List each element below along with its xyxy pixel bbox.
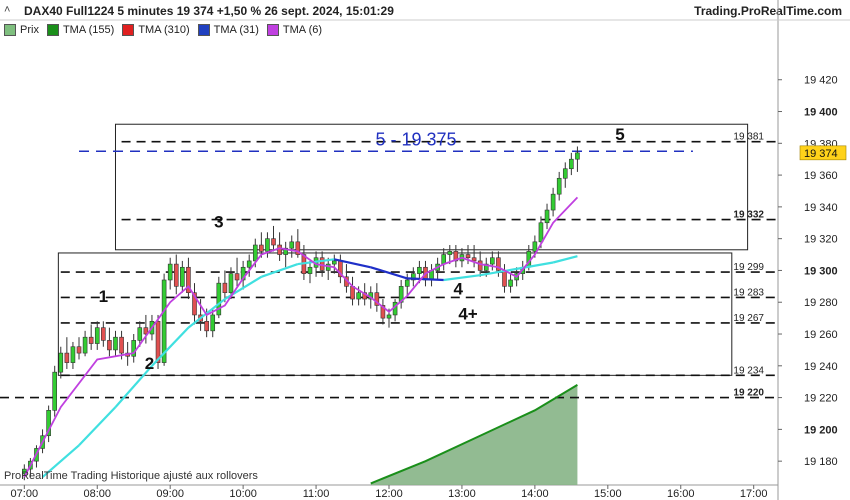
- level-label-3: 19 283: [733, 287, 764, 298]
- candle-body-33: [222, 282, 228, 293]
- candle-body-13: [101, 327, 106, 341]
- candle-body-35: [234, 273, 240, 281]
- wave-label-5: 5: [615, 125, 624, 144]
- candle-body-42: [277, 244, 282, 255]
- y-tick-label-1: 19 400: [804, 107, 838, 119]
- y-tick-label-4: 19 340: [804, 202, 838, 214]
- candle-body-39: [259, 244, 264, 252]
- level-label-0: 19 381: [733, 132, 764, 143]
- candle-body-30: [204, 321, 209, 332]
- candle-body-24: [167, 263, 173, 281]
- y-tick-label-10: 19 220: [804, 393, 838, 405]
- candle-body-37: [246, 260, 252, 268]
- x-tick-label-10: 17:00: [740, 488, 768, 500]
- candle-body-80: [508, 279, 513, 287]
- candle-body-14: [107, 340, 112, 351]
- candle-body-63: [404, 279, 410, 287]
- candle-body-5: [52, 371, 58, 411]
- y-tick-label-0: 19 420: [804, 75, 838, 87]
- y-tick-label-9: 19 240: [804, 361, 838, 373]
- candle-body-40: [265, 238, 270, 252]
- candle-body-19: [137, 327, 143, 341]
- y-tick-label-12: 19 180: [804, 456, 838, 468]
- candle-body-75: [477, 260, 483, 271]
- wave-label-2: 3: [214, 213, 223, 232]
- candle-body-8: [70, 346, 76, 363]
- candle-body-86: [544, 209, 550, 224]
- candle-body-16: [119, 336, 124, 354]
- last-price-label: 19 374: [804, 148, 838, 160]
- wave-label-4: 4+: [458, 305, 477, 324]
- x-tick-label-7: 14:00: [521, 488, 549, 500]
- candle-body-44: [289, 241, 295, 249]
- x-tick-label-6: 13:00: [448, 488, 476, 500]
- candle-body-38: [252, 244, 258, 262]
- x-tick-label-5: 12:00: [375, 488, 403, 500]
- y-tick-label-5: 19 320: [804, 234, 838, 246]
- x-tick-label-4: 11:00: [303, 488, 330, 500]
- candle-body-91: [575, 152, 580, 160]
- level-label-1: 19 332: [733, 210, 764, 221]
- candle-body-87: [550, 193, 556, 211]
- candle-body-31: [210, 314, 216, 332]
- x-tick-label-9: 16:00: [667, 488, 695, 500]
- candle-body-25: [173, 263, 179, 287]
- candle-body-60: [386, 314, 392, 319]
- candle-body-65: [417, 266, 422, 274]
- candle-body-11: [88, 336, 94, 344]
- level-label-5: 19 234: [733, 365, 764, 376]
- wave-label-0: 1: [99, 287, 108, 306]
- y-tick-label-6: 19 300: [804, 265, 838, 277]
- x-tick-label-2: 09:00: [156, 488, 184, 500]
- candle-body-77: [490, 257, 495, 265]
- candle-body-84: [532, 241, 538, 252]
- y-tick-label-7: 19 280: [804, 297, 838, 309]
- candle-body-7: [64, 352, 70, 363]
- x-tick-label-8: 15:00: [594, 488, 622, 500]
- candle-body-55: [356, 292, 361, 300]
- x-tick-label-0: 07:00: [11, 488, 39, 500]
- candle-body-47: [307, 266, 313, 274]
- candle-body-79: [502, 270, 507, 287]
- y-tick-label-3: 19 360: [804, 170, 838, 182]
- wave-label-1: 2: [145, 354, 154, 373]
- target-label: 5 - 19 375: [375, 129, 456, 149]
- candle-body-70: [447, 251, 453, 255]
- y-tick-label-8: 19 260: [804, 329, 838, 341]
- y-tick-label-11: 19 200: [804, 424, 838, 436]
- candle-body-10: [82, 336, 88, 354]
- candle-body-12: [94, 327, 100, 344]
- candlestick-chart: 19 381 19 332 19 299 19 283 19 267 19 234 19 2…: [0, 0, 850, 500]
- footer-note: ProRealTime Trading Historique ajusté au…: [4, 470, 258, 482]
- candle-body-6: [58, 352, 64, 373]
- wave-label-3: 4: [454, 279, 464, 298]
- candle-body-34: [228, 273, 234, 293]
- candle-body-26: [180, 266, 185, 287]
- candle-body-88: [556, 177, 562, 195]
- candle-body-74: [471, 257, 477, 262]
- candle-body-15: [113, 336, 118, 351]
- candle-body-89: [562, 168, 568, 179]
- candle-body-51: [331, 260, 337, 265]
- plot-area: [0, 40, 778, 485]
- candle-body-85: [538, 222, 544, 243]
- candle-body-9: [76, 346, 82, 354]
- candle-body-73: [465, 254, 471, 259]
- candle-body-90: [569, 158, 574, 170]
- x-tick-label-3: 10:00: [229, 488, 257, 500]
- level-label-2: 19 299: [733, 262, 764, 273]
- level-label-6: 19 220: [733, 388, 764, 399]
- candle-body-41: [271, 238, 276, 246]
- level-label-4: 19 267: [733, 313, 764, 324]
- x-tick-label-1: 08:00: [83, 488, 111, 500]
